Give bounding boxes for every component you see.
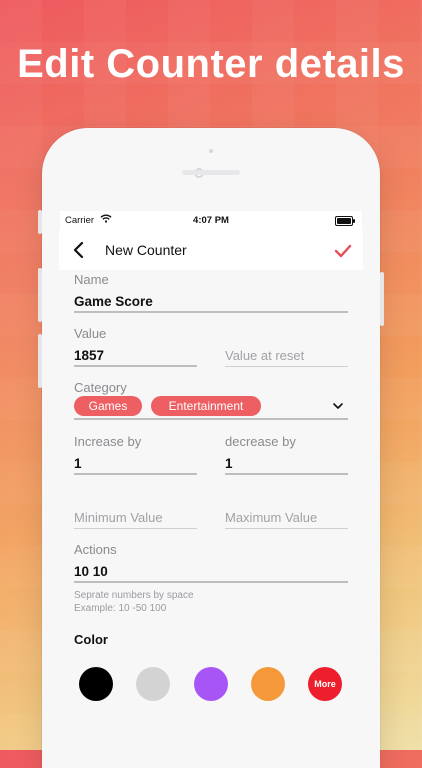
maximum-value-field[interactable]: Maximum Value	[225, 510, 317, 525]
phone-power-button	[380, 272, 384, 326]
color-label: Color	[74, 632, 108, 647]
actions-label: Actions	[74, 542, 117, 557]
decrease-by-field[interactable]: 1	[225, 456, 233, 471]
name-field[interactable]: Game Score	[74, 294, 153, 309]
app-screen: Carrier 4:07 PM New Counter Name Game Sc…	[59, 210, 363, 750]
phone-speaker	[182, 170, 240, 175]
increase-by-underline	[74, 473, 197, 475]
page-title: New Counter	[105, 242, 187, 258]
color-swatch-orange[interactable]	[251, 667, 285, 701]
phone-sensor	[209, 149, 213, 153]
form-content: Name Game Score Value 1857 Value at rese…	[59, 270, 363, 750]
value-at-reset-underline	[225, 366, 348, 367]
dropdown-chevron-icon[interactable]	[331, 401, 345, 411]
phone-volume-down	[38, 334, 42, 388]
category-tag[interactable]: Games	[74, 396, 142, 416]
color-swatch-gray[interactable]	[136, 667, 170, 701]
actions-field[interactable]: 10 10	[74, 564, 108, 579]
battery-icon	[335, 216, 355, 226]
status-bar: Carrier 4:07 PM	[59, 210, 363, 230]
color-swatch-purple[interactable]	[194, 667, 228, 701]
category-label: Category	[74, 380, 127, 395]
phone-mute-switch	[38, 210, 42, 234]
color-swatch-black[interactable]	[79, 667, 113, 701]
decrease-by-label: decrease by	[225, 434, 296, 449]
name-underline	[74, 311, 348, 313]
name-label: Name	[74, 272, 109, 287]
actions-example: Example: 10 -50 100	[74, 603, 167, 614]
increase-by-field[interactable]: 1	[74, 456, 82, 471]
minimum-value-field[interactable]: Minimum Value	[74, 510, 163, 525]
value-underline	[74, 365, 197, 367]
actions-underline	[74, 581, 348, 583]
headline: Edit Counter details	[17, 42, 405, 86]
category-tag[interactable]: Entertainment	[151, 396, 261, 416]
status-time: 4:07 PM	[193, 215, 229, 226]
back-chevron-icon[interactable]	[69, 238, 89, 262]
phone-volume-up	[38, 268, 42, 322]
decrease-by-underline	[225, 473, 348, 475]
category-underline	[74, 418, 348, 420]
value-label: Value	[74, 326, 107, 341]
more-colors-button[interactable]: More	[308, 667, 342, 701]
maximum-value-underline	[225, 528, 348, 529]
value-at-reset-field[interactable]: Value at reset	[225, 348, 304, 363]
increase-by-label: Increase by	[74, 434, 142, 449]
checkmark-icon[interactable]	[333, 238, 353, 262]
nav-bar: New Counter	[59, 230, 363, 271]
actions-hint: Seprate numbers by space	[74, 590, 194, 601]
minimum-value-underline	[74, 528, 197, 529]
value-field[interactable]: 1857	[74, 348, 104, 363]
